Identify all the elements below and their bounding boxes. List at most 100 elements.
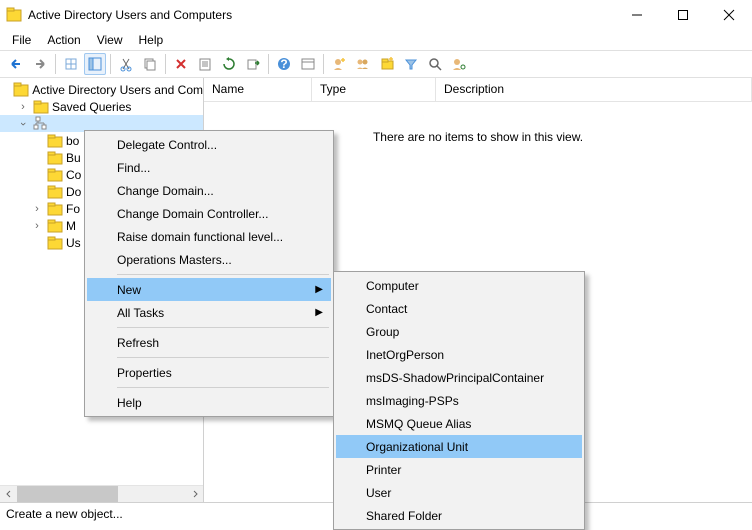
window-controls	[614, 0, 752, 30]
tree-label: Saved Queries	[52, 100, 131, 114]
ctx-delegate-control[interactable]: Delegate Control...	[87, 133, 331, 156]
ctx-new-group[interactable]: Group	[336, 320, 582, 343]
list-header: Name Type Description	[204, 78, 752, 102]
ctx-new-printer[interactable]: Printer	[336, 458, 582, 481]
menu-action[interactable]: Action	[39, 31, 88, 49]
submenu-arrow-icon: ▶	[315, 284, 323, 295]
toolbar-icon[interactable]	[60, 53, 82, 75]
svg-text:?: ?	[280, 57, 287, 71]
back-button[interactable]	[5, 53, 27, 75]
folder-icon	[47, 218, 63, 234]
refresh-button[interactable]	[218, 53, 240, 75]
toolbar-separator	[268, 54, 269, 74]
tree-saved-queries[interactable]: › Saved Queries	[0, 98, 203, 115]
folder-icon	[47, 167, 63, 183]
context-menu-domain: Delegate Control... Find... Change Domai…	[84, 130, 334, 417]
tree-label: Us	[66, 236, 81, 250]
scroll-left-button[interactable]	[0, 486, 17, 502]
ctx-change-domain[interactable]: Change Domain...	[87, 179, 331, 202]
collapse-icon[interactable]: ›	[17, 117, 29, 131]
column-description[interactable]: Description	[436, 78, 752, 101]
scroll-right-button[interactable]	[186, 486, 203, 502]
ctx-new-msimaging[interactable]: msImaging-PSPs	[336, 389, 582, 412]
forward-button[interactable]	[29, 53, 51, 75]
folder-icon	[47, 150, 63, 166]
menu-view[interactable]: View	[89, 31, 131, 49]
ctx-separator	[117, 274, 329, 275]
new-user-button[interactable]	[328, 53, 350, 75]
close-button[interactable]	[706, 0, 752, 30]
ctx-new-inetorgperson[interactable]: InetOrgPerson	[336, 343, 582, 366]
help-button[interactable]: ?	[273, 53, 295, 75]
filter-button[interactable]	[400, 53, 422, 75]
toolbar-separator	[165, 54, 166, 74]
expand-icon[interactable]: ›	[30, 203, 44, 215]
menubar: File Action View Help	[0, 30, 752, 50]
toolbar-separator	[110, 54, 111, 74]
folder-icon	[47, 184, 63, 200]
copy-button[interactable]	[139, 53, 161, 75]
cut-button[interactable]	[115, 53, 137, 75]
folder-icon	[13, 82, 29, 98]
tree-scrollbar-horizontal[interactable]	[0, 485, 203, 502]
column-name[interactable]: Name	[204, 78, 312, 101]
show-hide-tree-button[interactable]	[84, 53, 106, 75]
export-button[interactable]	[242, 53, 264, 75]
tree-label: bo	[66, 134, 79, 148]
folder-icon	[47, 133, 63, 149]
add-user-to-group-button[interactable]	[448, 53, 470, 75]
ctx-new-contact[interactable]: Contact	[336, 297, 582, 320]
ctx-separator	[117, 387, 329, 388]
tree-label: Fo	[66, 202, 80, 216]
ctx-separator	[117, 357, 329, 358]
titlebar: Active Directory Users and Computers	[0, 0, 752, 30]
submenu-arrow-icon: ▶	[315, 307, 323, 318]
ctx-new-computer[interactable]: Computer	[336, 274, 582, 297]
ctx-help[interactable]: Help	[87, 391, 331, 414]
expand-icon[interactable]: ›	[30, 220, 44, 232]
ctx-find[interactable]: Find...	[87, 156, 331, 179]
new-group-button[interactable]	[352, 53, 374, 75]
toolbar: ?	[0, 50, 752, 78]
ctx-new-ou[interactable]: Organizational Unit	[336, 435, 582, 458]
tree-label: Do	[66, 185, 81, 199]
ctx-new[interactable]: New▶	[87, 278, 331, 301]
menu-file[interactable]: File	[4, 31, 39, 49]
maximize-button[interactable]	[660, 0, 706, 30]
app-icon	[6, 7, 22, 23]
folder-icon	[47, 235, 63, 251]
empty-message: There are no items to show in this view.	[373, 130, 583, 144]
tree-label: Co	[66, 168, 81, 182]
ctx-new-user[interactable]: User	[336, 481, 582, 504]
ctx-change-dc[interactable]: Change Domain Controller...	[87, 202, 331, 225]
find-button[interactable]	[424, 53, 446, 75]
tree-root[interactable]: Active Directory Users and Com	[0, 81, 203, 98]
domain-icon	[33, 116, 49, 132]
ctx-all-tasks[interactable]: All Tasks▶	[87, 301, 331, 324]
ctx-new-msmq[interactable]: MSMQ Queue Alias	[336, 412, 582, 435]
tree-label: Active Directory Users and Com	[32, 83, 203, 97]
tree-label: M	[66, 219, 76, 233]
delete-button[interactable]	[170, 53, 192, 75]
toolbar-separator	[55, 54, 56, 74]
tree-label: Bu	[66, 151, 81, 165]
menu-help[interactable]: Help	[131, 31, 172, 49]
status-text: Create a new object...	[6, 507, 123, 521]
ctx-properties[interactable]: Properties	[87, 361, 331, 384]
ctx-new-msds[interactable]: msDS-ShadowPrincipalContainer	[336, 366, 582, 389]
toolbar-icon[interactable]	[297, 53, 319, 75]
expand-icon[interactable]: ›	[16, 101, 30, 113]
context-menu-new: Computer Contact Group InetOrgPerson msD…	[333, 271, 585, 530]
minimize-button[interactable]	[614, 0, 660, 30]
ctx-separator	[117, 327, 329, 328]
properties-button[interactable]	[194, 53, 216, 75]
ctx-raise-level[interactable]: Raise domain functional level...	[87, 225, 331, 248]
window-title: Active Directory Users and Computers	[28, 8, 614, 22]
folder-icon	[47, 201, 63, 217]
ctx-operations-masters[interactable]: Operations Masters...	[87, 248, 331, 271]
folder-icon	[33, 99, 49, 115]
ctx-refresh[interactable]: Refresh	[87, 331, 331, 354]
column-type[interactable]: Type	[312, 78, 436, 101]
scroll-track[interactable]	[17, 486, 186, 502]
new-ou-button[interactable]	[376, 53, 398, 75]
